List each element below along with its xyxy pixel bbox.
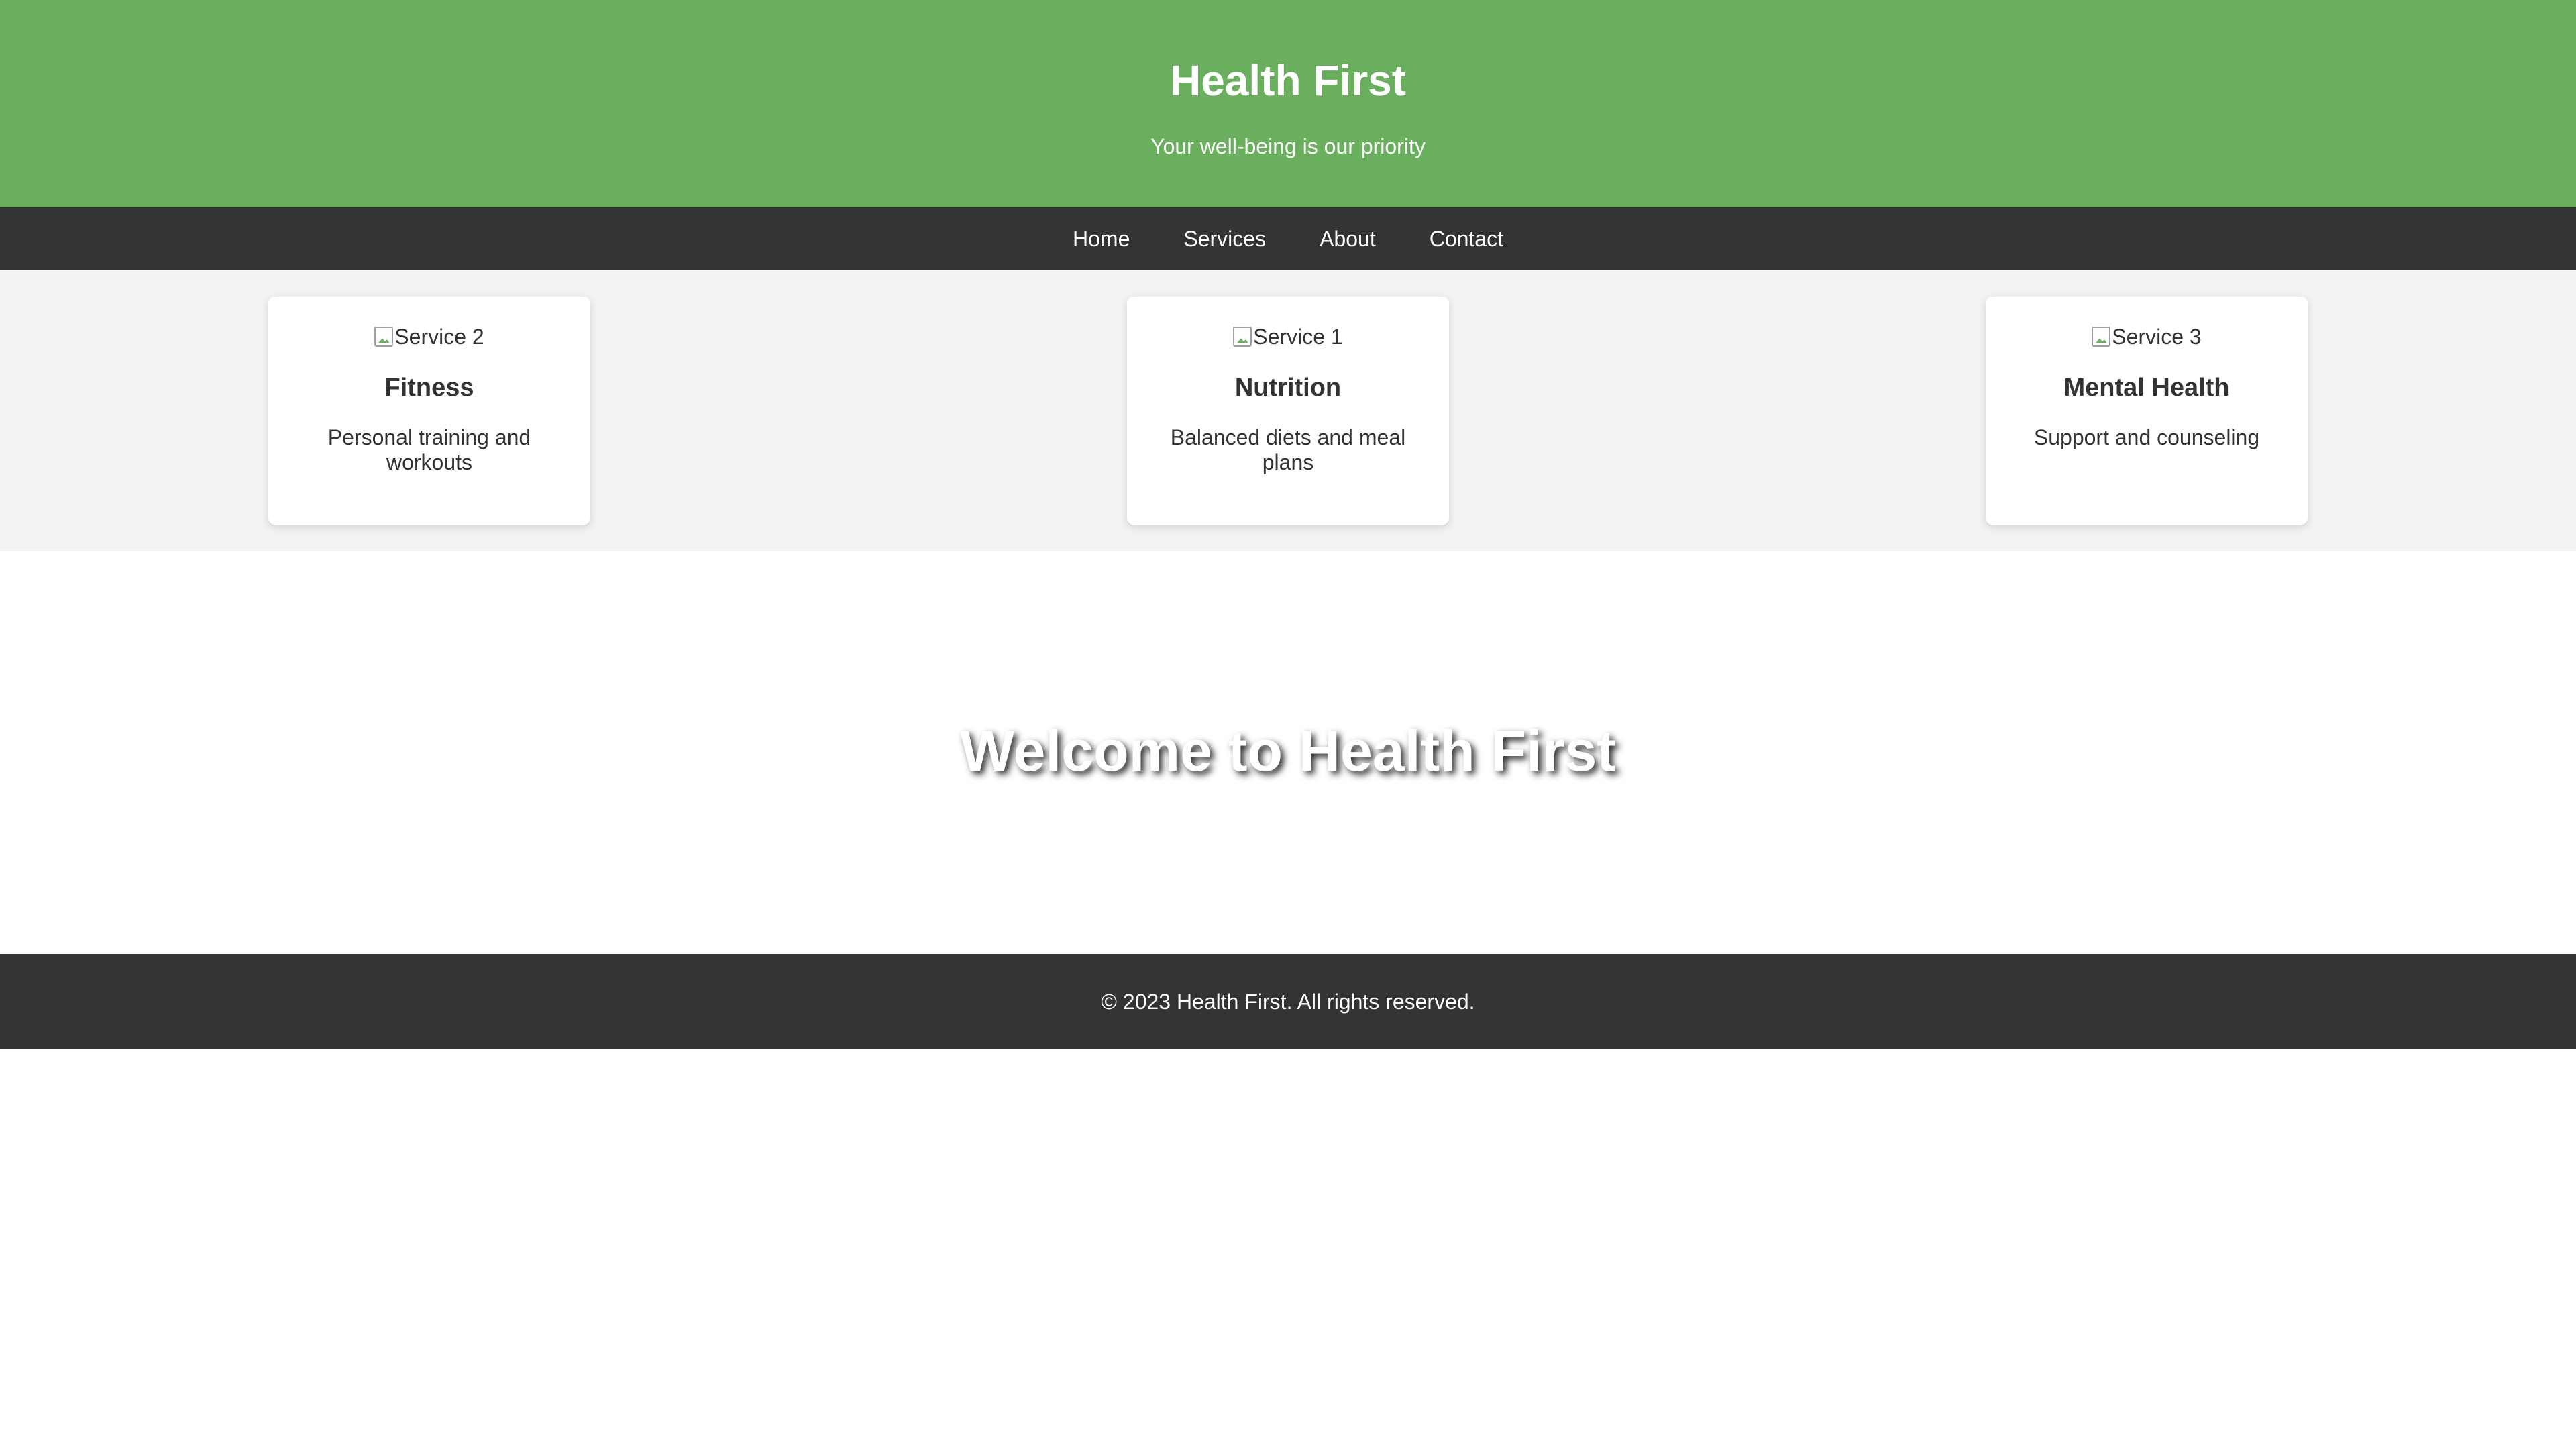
service-card-nutrition: Service 1 Nutrition Balanced diets and m… xyxy=(1127,297,1449,525)
service-card-fitness: Service 2 Fitness Personal training and … xyxy=(268,297,590,525)
service-card-mental-health: Service 3 Mental Health Support and coun… xyxy=(1986,297,2308,525)
service-image-alt: Service 3 xyxy=(2112,325,2202,349)
site-footer: © 2023 Health First. All rights reserved… xyxy=(0,954,2576,1049)
service-title: Nutrition xyxy=(1234,374,1342,402)
service-image-alt: Service 2 xyxy=(394,325,484,349)
service-description: Personal training and workouts xyxy=(327,425,531,474)
broken-image-icon xyxy=(1233,327,1252,347)
service-image: Service 1 xyxy=(1127,322,1449,352)
site-tagline: Your well-being is our priority xyxy=(1150,134,1426,158)
broken-image-icon xyxy=(374,327,394,347)
hero-section: Welcome to Health First xyxy=(0,551,2576,954)
nav-link-home[interactable]: Home xyxy=(1073,224,1130,254)
hero-title: Welcome to Health First xyxy=(959,719,1617,784)
service-image: Service 3 xyxy=(1986,322,2308,352)
nav-link-contact[interactable]: Contact xyxy=(1430,224,1503,254)
service-description: Support and counseling xyxy=(2033,425,2260,449)
service-title: Mental Health xyxy=(2063,374,2230,402)
service-image-alt: Service 1 xyxy=(1253,325,1343,349)
services-section: Service 2 Fitness Personal training and … xyxy=(0,270,2576,551)
nav-link-services[interactable]: Services xyxy=(1183,224,1266,254)
site-header: Health First Your well-being is our prio… xyxy=(0,0,2576,207)
broken-image-icon xyxy=(2092,327,2111,347)
nav-link-about[interactable]: About xyxy=(1320,224,1376,254)
service-image: Service 2 xyxy=(268,322,590,352)
main-nav: Home Services About Contact xyxy=(0,207,2576,270)
service-description: Balanced diets and meal plans xyxy=(1170,425,1406,474)
site-title: Health First xyxy=(1169,56,1407,105)
service-title: Fitness xyxy=(384,374,474,402)
footer-copyright: © 2023 Health First. All rights reserved… xyxy=(1101,989,1475,1014)
